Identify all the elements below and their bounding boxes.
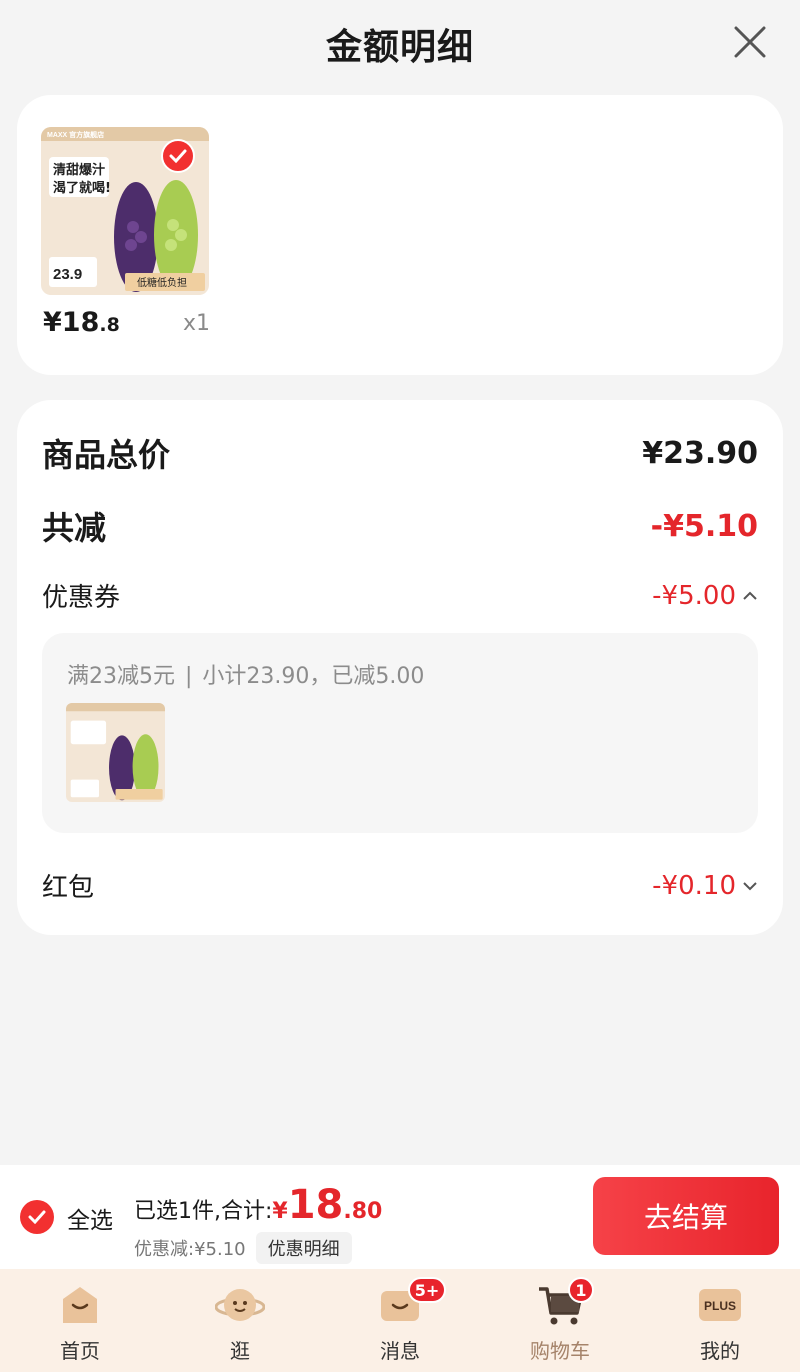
tab-mine-label: 我的 (700, 1339, 740, 1363)
reduce-label: 共减 (42, 509, 107, 547)
product-price: ¥18.8 (43, 307, 120, 338)
img-price: 23.9 (53, 266, 82, 283)
message-badge: 5+ (408, 1277, 446, 1303)
img-slogan1: 清甜爆汁 (53, 162, 105, 178)
coupon-product-image (66, 703, 165, 802)
cart-badge: 1 (568, 1277, 594, 1303)
selected-total: 已选1件,合计: ¥ 18 .80 (134, 1182, 383, 1228)
select-all-label[interactable]: 全选 (67, 1201, 113, 1235)
img-slogan2: 渴了就喝! (53, 180, 111, 196)
coupon-detail-panel: 满23减5元 | 小计23.90，已减5.00 (42, 633, 758, 833)
plus-member-icon: PLUS (699, 1289, 741, 1321)
check-icon (169, 149, 187, 163)
header: 金额明细 (0, 0, 800, 90)
img-tag: 低糖低负担 (137, 276, 187, 289)
tab-cart[interactable]: 1 购物车 (480, 1269, 640, 1372)
checkout-button[interactable]: 去结算 (593, 1177, 779, 1255)
tab-mine[interactable]: PLUS 我的 (640, 1269, 800, 1372)
total-value: ¥23.90 (642, 435, 758, 471)
discount-detail-button[interactable]: 优惠明细 (255, 1232, 352, 1264)
tab-home-label: 首页 (60, 1339, 100, 1363)
select-all-checkbox[interactable] (20, 1200, 54, 1234)
tab-explore[interactable]: 逛 (160, 1269, 320, 1372)
bottom-tab-bar: 首页 逛 5+ 消息 1 购物车 PLUS 我的 (0, 1269, 800, 1372)
reduce-value: -¥5.10 (650, 508, 758, 544)
close-icon (734, 26, 766, 58)
close-button[interactable] (730, 22, 770, 62)
product-quantity: x1 (183, 311, 211, 336)
discount-text: 优惠减:¥5.10 (134, 1239, 246, 1260)
checkout-bar: 全选 已选1件,合计: ¥ 18 .80 优惠减:¥5.10 优惠明细 去结算 (0, 1165, 800, 1269)
tab-home[interactable]: 首页 (0, 1269, 160, 1372)
price-summary-card: 商品总价 ¥23.90 共减 -¥5.10 优惠券 -¥5.00 满23减5元 |… (17, 400, 783, 935)
reduce-row: 共减 -¥5.10 (42, 503, 758, 549)
total-row: 商品总价 ¥23.90 (42, 430, 758, 476)
coupon-thumbnail (66, 703, 165, 802)
tab-messages[interactable]: 5+ 消息 (320, 1269, 480, 1372)
coupon-row[interactable]: 优惠券 -¥5.00 (42, 577, 758, 614)
coupon-label: 优惠券 (42, 583, 121, 613)
planet-face-icon (215, 1289, 265, 1321)
tab-messages-label: 消息 (380, 1339, 420, 1363)
total-label: 商品总价 (42, 436, 171, 474)
redpack-label: 红包 (42, 873, 95, 903)
coupon-value: -¥5.00 (652, 580, 736, 611)
chevron-up-icon[interactable] (742, 591, 758, 601)
tab-explore-label: 逛 (230, 1339, 250, 1363)
product-card: MAXX 官方旗舰店 清甜爆汁 渴了就喝! 23.9 低糖低负担 ¥18.8 x… (17, 95, 783, 375)
tab-cart-label: 购物车 (530, 1339, 590, 1363)
img-brand-text: MAXX 官方旗舰店 (47, 130, 104, 139)
coupon-detail-text: 满23减5元 | 小计23.90，已减5.00 (67, 664, 425, 689)
redpack-row[interactable]: 红包 -¥0.10 (42, 867, 758, 904)
svg-text:PLUS: PLUS (704, 1299, 736, 1313)
discount-line: 优惠减:¥5.10 优惠明细 (134, 1232, 352, 1264)
check-icon (28, 1210, 46, 1224)
chevron-down-icon[interactable] (742, 881, 758, 891)
home-icon (63, 1287, 97, 1323)
product-checkbox[interactable] (161, 139, 195, 173)
page-title: 金额明细 (325, 27, 474, 68)
redpack-value: -¥0.10 (652, 870, 736, 901)
